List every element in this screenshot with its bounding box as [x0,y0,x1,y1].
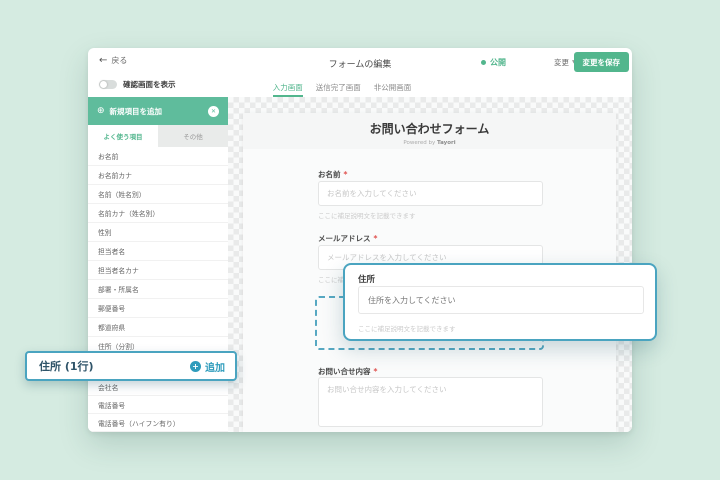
save-button[interactable]: 変更を保存 [574,52,630,72]
powered-by: Powered by Tayori [243,140,616,146]
change-dropdown-label: 変更 [554,57,569,68]
field-type-list: お名前 お名前カナ 名前（姓名別） 名前カナ（姓名別） 性別 担当者名 担当者名… [88,147,228,432]
form-header: お問い合わせフォーム Powered by Tayori [243,113,616,149]
field-label-name: お名前* [318,169,347,180]
confirmation-toggle[interactable] [99,80,117,89]
page-background: ← 戻る フォームの編集 公開 変更 ▼ 変更を保存 確認画面を表示 入力画面 … [0,0,720,480]
close-icon[interactable]: ✕ [208,106,219,117]
tab-private-screen[interactable]: 非公開画面 [374,76,412,97]
plus-circle-icon: + [190,361,201,372]
toggle-knob [100,81,107,88]
drag-item-address-single-line[interactable]: 住所 (1行) + 追加 [25,351,237,381]
top-bar: ← 戻る フォームの編集 公開 変更 ▼ 変更を保存 [88,48,632,76]
list-item[interactable]: お名前 [88,147,228,166]
drag-item-label: 住所 (1行) [39,358,94,374]
field-helper-name: ここに補足説明文を記載できます [318,210,416,220]
message-textarea[interactable] [318,377,543,427]
add-field-button[interactable]: + 追加 [190,359,225,374]
confirmation-toggle-group: 確認画面を表示 [99,79,176,90]
status-dot-icon [481,60,486,65]
confirmation-toggle-label: 確認画面を表示 [123,79,176,90]
list-item[interactable]: 電話番号 [88,396,228,414]
tab-input-screen[interactable]: 入力画面 [273,76,303,97]
list-item[interactable]: 性別 [88,223,228,242]
list-item[interactable]: 郵便番号 [88,299,228,318]
list-item[interactable]: 担当者名カナ [88,261,228,280]
change-dropdown[interactable]: 変更 ▼ [554,57,575,68]
required-mark: * [374,367,378,376]
list-item[interactable]: 部署・所属名 [88,280,228,299]
sidebar-tabs: よく使う項目 その他 [88,125,228,147]
list-item[interactable]: 名前カナ（姓名別） [88,204,228,223]
floating-field-helper: ここに補足説明文を記載できます [358,323,456,333]
required-mark: * [344,170,348,179]
circle-plus-icon: ⊕ [97,106,105,116]
field-label-message: お問い合せ内容* [318,366,377,377]
list-item[interactable]: お名前カナ [88,166,228,185]
floating-field-label: 住所 [358,273,375,285]
required-mark: * [374,234,378,243]
name-input[interactable] [318,181,543,206]
add-field-label: 追加 [205,359,225,374]
brand-name: Tayori [437,140,456,146]
form-title: お問い合わせフォーム [243,120,616,137]
sidebar-tab-frequent[interactable]: よく使う項目 [88,125,158,147]
address-input[interactable] [358,286,644,314]
add-item-header-label: 新規項目を追加 [110,106,163,117]
add-item-header: ⊕ 新規項目を追加 ✕ [88,97,228,125]
list-item[interactable]: 担当者名 [88,242,228,261]
list-item[interactable]: 都道府県 [88,318,228,337]
screen-tabs: 入力画面 送信完了画面 非公開画面 [228,76,456,97]
list-item[interactable]: 電話番号（ハイフン有り） [88,414,228,432]
publish-status-label: 公開 [490,57,506,68]
floating-address-field-card[interactable]: 住所 ここに補足説明文を記載できます [343,263,657,341]
sub-bar: 確認画面を表示 入力画面 送信完了画面 非公開画面 [88,76,632,97]
tab-complete-screen[interactable]: 送信完了画面 [316,76,361,97]
publish-status-badge: 公開 [481,57,506,68]
list-item[interactable]: 名前（姓名別） [88,185,228,204]
add-item-sidebar: ⊕ 新規項目を追加 ✕ よく使う項目 その他 お名前 お名前カナ 名前（姓名別）… [88,97,228,432]
page-title: フォームの編集 [88,57,632,70]
sidebar-tab-other[interactable]: その他 [158,125,228,147]
field-label-email: メールアドレス* [318,233,377,244]
